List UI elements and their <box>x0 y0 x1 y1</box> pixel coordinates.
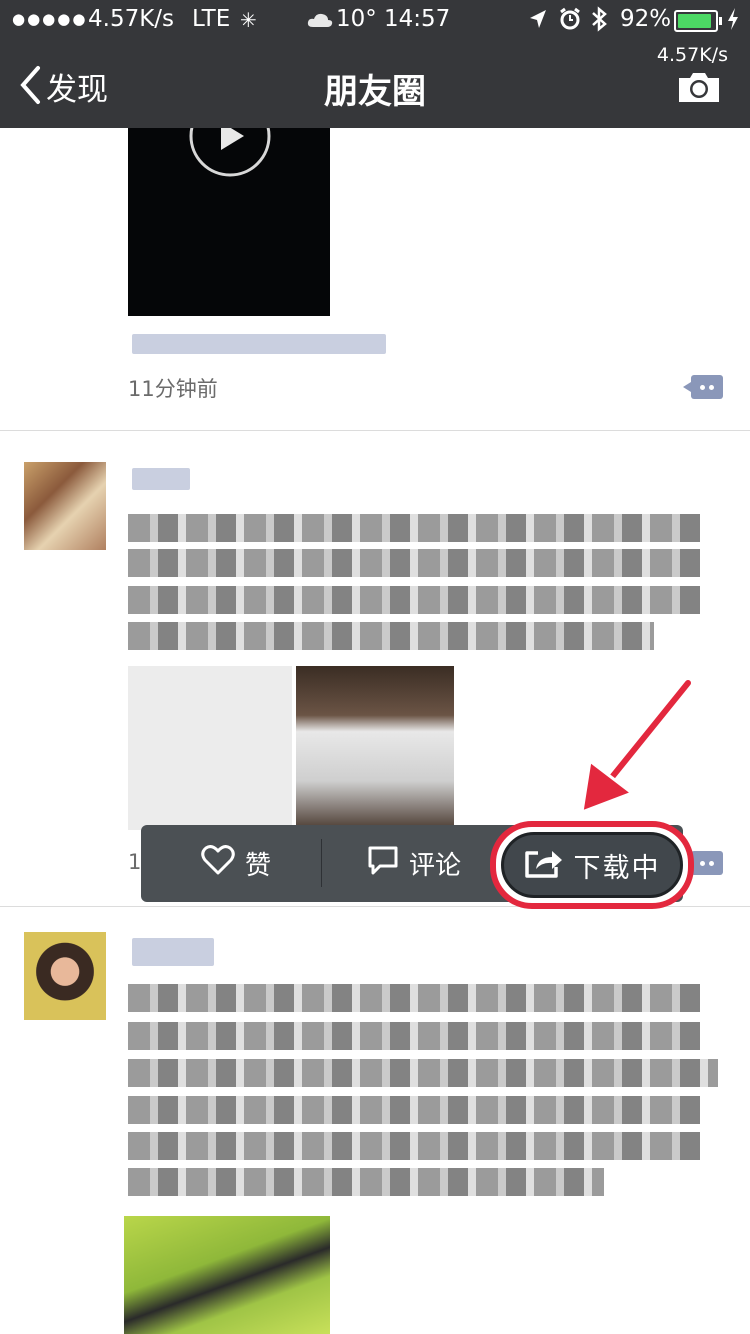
page-title: 朋友圈 <box>324 72 426 112</box>
download-button[interactable]: 下载中 <box>501 832 683 898</box>
popup-divider <box>321 839 322 887</box>
like-button[interactable]: 赞 <box>201 825 271 902</box>
blurred-post-text <box>128 1059 718 1087</box>
blurred-username[interactable] <box>132 938 214 966</box>
weather-temp: 10° <box>336 6 377 32</box>
blurred-post-text <box>128 1132 700 1160</box>
avatar[interactable] <box>24 462 106 550</box>
divider <box>0 430 750 431</box>
bluetooth-icon <box>590 6 608 38</box>
blurred-post-text <box>128 514 700 542</box>
post-time: 1 <box>128 850 142 874</box>
blurred-post-text <box>128 586 700 614</box>
post-image[interactable] <box>296 666 454 830</box>
blurred-post-text <box>128 984 700 1012</box>
camera-icon[interactable] <box>676 70 722 108</box>
status-bar: ●●●●● 4.57K/s LTE ✳ 10° 14:57 92% <box>0 0 750 40</box>
battery-fill <box>678 14 711 28</box>
network-speed-overlay: 4.57K/s <box>656 44 728 66</box>
download-label: 下载中 <box>573 852 661 884</box>
comment-button[interactable]: 评论 <box>367 825 461 902</box>
location-arrow-icon <box>528 8 548 36</box>
blurred-post-text <box>128 1168 604 1196</box>
blurred-post-text <box>128 1096 700 1124</box>
top-bar: ●●●●● 4.57K/s LTE ✳ 10° 14:57 92% 发现 朋友圈… <box>0 0 750 128</box>
signal-dots-icon: ●●●●● <box>12 10 88 28</box>
blurred-link-text[interactable] <box>132 334 386 354</box>
avatar[interactable] <box>24 932 106 1020</box>
blurred-username[interactable] <box>132 468 190 490</box>
comment-icon[interactable] <box>683 375 723 399</box>
blurred-post-text <box>128 622 654 650</box>
blurred-post-text <box>128 1022 700 1050</box>
annotation-arrow-icon <box>560 675 700 829</box>
heart-icon <box>201 845 235 882</box>
carrier-label: LTE <box>192 6 231 32</box>
alarm-icon <box>559 7 581 37</box>
like-label: 赞 <box>245 851 272 881</box>
post-time: 11分钟前 <box>128 377 218 401</box>
comment-bubble-icon <box>367 845 399 882</box>
post-image[interactable] <box>124 1216 330 1334</box>
blurred-post-text <box>128 549 700 577</box>
network-speed: 4.57K/s <box>88 6 175 32</box>
comment-icon[interactable] <box>683 851 723 875</box>
charging-bolt-icon <box>726 7 740 37</box>
clock: 14:57 <box>384 6 451 32</box>
comment-label: 评论 <box>409 851 462 881</box>
post-image[interactable] <box>128 666 292 830</box>
battery-percent: 92% <box>620 6 672 32</box>
battery-icon <box>674 10 722 32</box>
share-icon <box>524 847 564 883</box>
cloud-icon <box>306 9 334 35</box>
nav-bar: 发现 朋友圈 4.57K/s <box>0 40 750 128</box>
loading-spinner-icon: ✳ <box>240 8 257 32</box>
